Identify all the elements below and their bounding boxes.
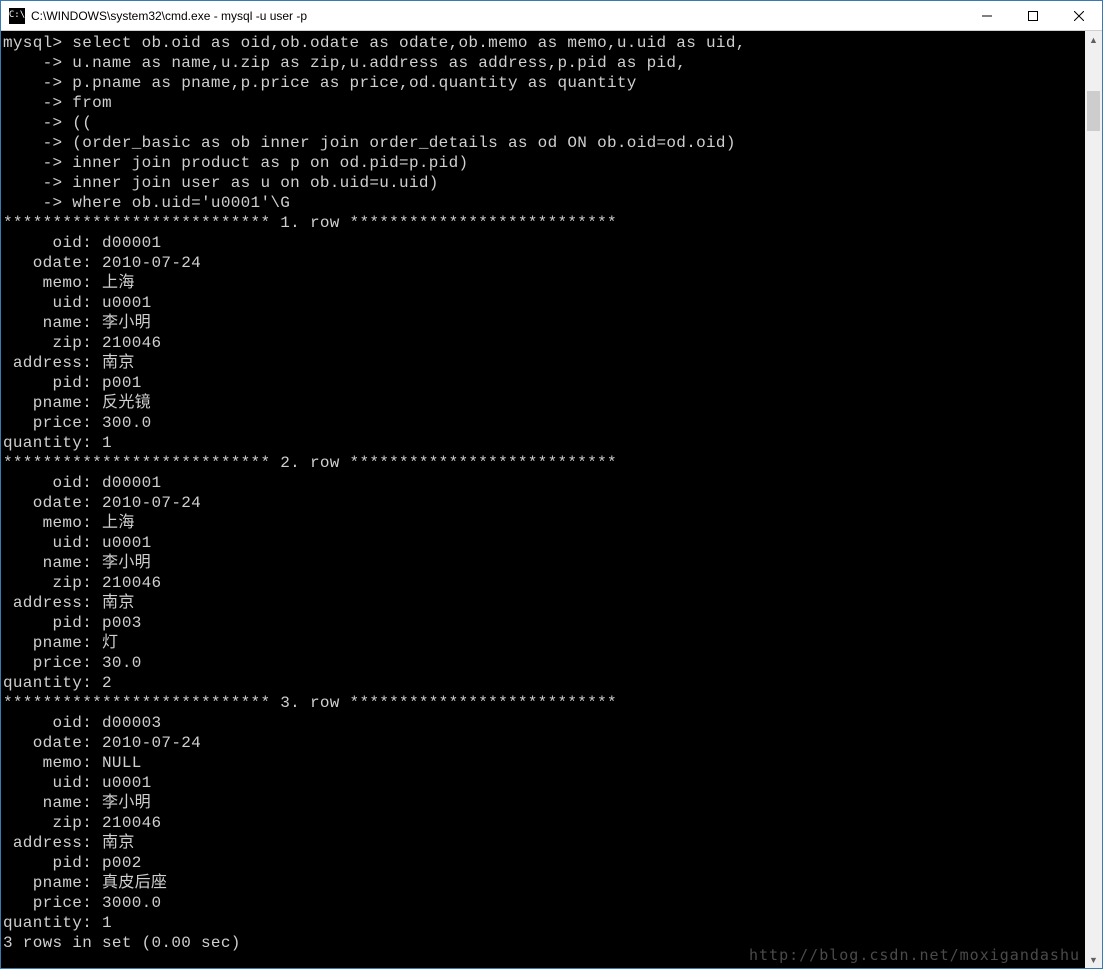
maximize-button[interactable] (1010, 1, 1056, 31)
terminal-area: mysql> select ob.oid as oid,ob.odate as … (1, 31, 1102, 968)
window-title: C:\WINDOWS\system32\cmd.exe - mysql -u u… (31, 9, 307, 23)
terminal-output[interactable]: mysql> select ob.oid as oid,ob.odate as … (1, 31, 1085, 968)
vertical-scrollbar[interactable]: ▲ ▼ (1085, 31, 1102, 968)
minimize-button[interactable] (964, 1, 1010, 31)
scroll-thumb[interactable] (1087, 91, 1100, 131)
scroll-down-icon[interactable]: ▼ (1085, 951, 1102, 968)
scroll-up-icon[interactable]: ▲ (1085, 31, 1102, 48)
cmd-window: C:\ C:\WINDOWS\system32\cmd.exe - mysql … (0, 0, 1103, 969)
cmd-icon: C:\ (9, 8, 25, 24)
title-bar[interactable]: C:\ C:\WINDOWS\system32\cmd.exe - mysql … (1, 1, 1102, 31)
close-button[interactable] (1056, 1, 1102, 31)
